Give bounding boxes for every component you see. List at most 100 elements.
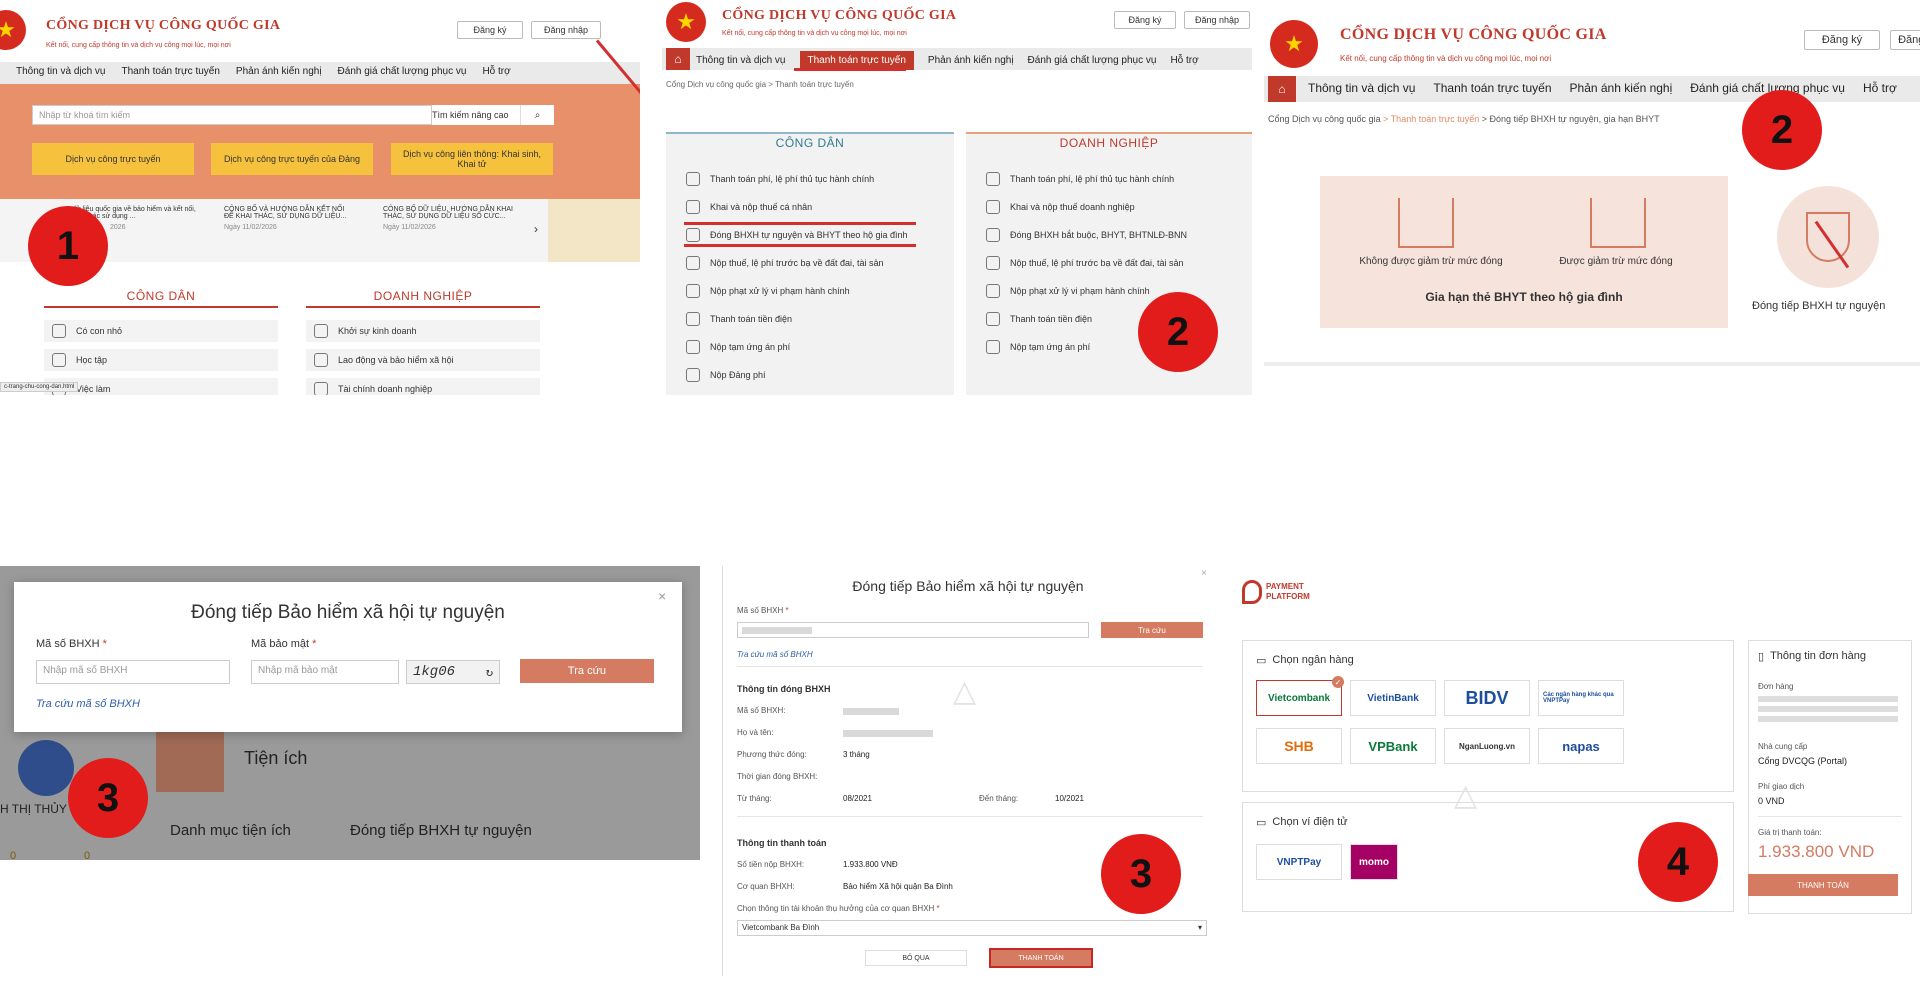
business-item[interactable]: Thanh toán tiền điện (986, 312, 1092, 326)
chevron-right-icon[interactable]: › (534, 222, 538, 236)
citizen-item[interactable]: Việc làm (44, 378, 278, 395)
field-label-order: Đơn hàng (1758, 682, 1794, 691)
quick-party-services[interactable]: Dịch vụ công trực tuyến của Đảng (211, 143, 373, 175)
bank-other-vnptpay[interactable]: Các ngân hàng khác qua VNPTPay (1538, 680, 1624, 716)
bank-bidv[interactable]: BIDV (1444, 680, 1530, 716)
breadcrumb-current: Đóng tiếp BHXH tự nguyện, gia hạn BHYT (1489, 114, 1660, 124)
bank-vpbank[interactable]: VPBank (1350, 728, 1436, 764)
news-item[interactable]: CÔNG BỐ DỮ LIỆU, HƯỚNG DẪN KHAI THÁC, SỬ… (383, 206, 517, 231)
citizen-item[interactable]: Thanh toán phí, lệ phí thủ tục hành chín… (686, 172, 874, 186)
nav-quality-rating[interactable]: Đánh giá chất lượng phục vụ (1028, 55, 1157, 66)
register-button[interactable]: Đăng ký (457, 21, 523, 39)
business-item[interactable]: Đóng BHXH bắt buộc, BHYT, BHTNLĐ-BNN (986, 228, 1187, 242)
land-icon (986, 256, 1000, 270)
citizen-item[interactable]: Nộp thuế, lệ phí trước bạ về đất đai, tà… (686, 256, 884, 270)
nav-feedback[interactable]: Phản ánh kiến nghị (928, 55, 1014, 66)
highlight-underline (684, 244, 916, 247)
search-button[interactable]: ⌕ (520, 105, 554, 125)
field-value-total: 1.933.800 VND (1758, 842, 1875, 861)
redacted-value (742, 627, 812, 634)
citizen-item[interactable]: Thanh toán tiền điện (686, 312, 792, 326)
account-select[interactable]: Vietcombank Ba Đình ▾ (737, 920, 1207, 936)
nav-info-services[interactable]: Thông tin và dịch vụ (16, 66, 106, 77)
nav-support[interactable]: Hỗ trợ (1170, 55, 1198, 66)
bank-napas[interactable]: napas (1538, 728, 1624, 764)
citizen-item[interactable]: Nộp phạt xử lý vi phạm hành chính (686, 284, 850, 298)
home-icon[interactable]: ⌂ (666, 48, 690, 70)
bank-nganluong[interactable]: NganLuong.vn (1444, 728, 1530, 764)
citizen-item[interactable]: Nộp tạm ứng án phí (686, 340, 790, 354)
label-text: Chọn thông tin tài khoản thụ hưởng của c… (737, 904, 935, 913)
bhxh-code-input[interactable] (737, 622, 1089, 638)
nav-quality-rating[interactable]: Đánh giá chất lượng phục vụ (338, 66, 467, 77)
utility-menu[interactable]: Danh mục tiện ích (170, 822, 291, 839)
cancel-button[interactable]: BỎ QUA (865, 950, 967, 966)
business-item[interactable]: Nộp tạm ứng án phí (986, 340, 1090, 354)
business-item[interactable]: Khởi sự kinh doanh (306, 320, 540, 342)
business-item[interactable]: Nộp thuế, lệ phí trước bạ về đất đai, tà… (986, 256, 1184, 270)
citizen-item[interactable]: Có con nhỏ (44, 320, 278, 342)
option-bhxh-continue[interactable]: Đóng tiếp BHXH tự nguyện (1752, 300, 1920, 312)
business-item[interactable]: Tài chính doanh nghiệp (306, 378, 540, 395)
order-heading: ▯ Thông tin đơn hàng (1758, 650, 1866, 663)
nav-info-services[interactable]: Thông tin và dịch vụ (696, 55, 786, 66)
pay-button[interactable]: THANH TOÁN (989, 948, 1093, 968)
portal-title: CỔNG DỊCH VỤ CÔNG QUỐC GIA (1340, 26, 1607, 43)
electric-pole-icon (986, 312, 1000, 326)
nav-feedback[interactable]: Phản ánh kiến nghị (1570, 81, 1673, 95)
captcha-input[interactable]: Nhập mã bảo mật (251, 660, 399, 684)
lookup-bhxh-link[interactable]: Tra cứu mã số BHXH (36, 698, 140, 710)
item-label: Lao động và bảo hiểm xã hội (338, 355, 454, 365)
register-button[interactable]: Đăng ký (1114, 11, 1176, 29)
field-value-from: 08/2021 (843, 794, 872, 803)
watermark-logo: △ (1454, 779, 1478, 812)
citizen-item[interactable]: Khai và nộp thuế cá nhân (686, 200, 812, 214)
tax-icon (986, 200, 1000, 214)
lookup-button[interactable]: Tra cứu (520, 659, 654, 683)
home-icon[interactable]: ⌂ (1268, 76, 1296, 102)
breadcrumb-payment[interactable]: Thanh toán trực tuyến (1391, 114, 1480, 124)
search-input[interactable]: Nhập từ khoá tìm kiếm (32, 105, 432, 125)
house-family-icon (1398, 198, 1454, 248)
breadcrumb-home[interactable]: Cổng Dịch vụ công quốc gia (1268, 114, 1381, 124)
nav-feedback[interactable]: Phản ánh kiến nghị (236, 66, 322, 77)
nav-info-services[interactable]: Thông tin và dịch vụ (1308, 81, 1415, 95)
register-button[interactable]: Đăng ký (1804, 30, 1880, 50)
business-item[interactable]: Thanh toán phí, lệ phí thủ tục hành chín… (986, 172, 1174, 186)
nav-support[interactable]: Hỗ trợ (1863, 81, 1897, 95)
quick-birth-death-services[interactable]: Dịch vụ công liên thông: Khai sinh, Khai… (391, 143, 553, 175)
login-button[interactable]: Đăng nhập (531, 21, 601, 39)
login-button[interactable]: Đăng nhập (1890, 30, 1920, 50)
bank-shb[interactable]: SHB (1256, 728, 1342, 764)
refresh-icon[interactable]: ↻ (486, 665, 493, 680)
lookup-button[interactable]: Tra cứu (1101, 622, 1203, 638)
nav-online-payment[interactable]: Thanh toán trực tuyến (1433, 81, 1551, 95)
news-title: CÔNG BỐ VÀ HƯỚNG DẪN KẾT NỐI ĐỂ KHAI THÁ… (224, 206, 347, 220)
bank-vietcombank[interactable]: Vietcombank (1256, 680, 1342, 716)
quick-online-services[interactable]: Dịch vụ công trực tuyến (32, 143, 194, 175)
news-item[interactable]: CÔNG BỐ VÀ HƯỚNG DẪN KẾT NỐI ĐỂ KHAI THÁ… (224, 206, 356, 231)
advanced-search-link[interactable]: Tìm kiếm nâng cao (432, 105, 520, 125)
citizen-item[interactable]: Nộp Đảng phí (686, 368, 766, 382)
login-button[interactable]: Đăng nhập (1184, 11, 1250, 29)
option-no-reduction[interactable]: Không được giảm trừ mức đóng (1346, 256, 1516, 267)
nav-support[interactable]: Hỗ trợ (482, 66, 510, 77)
payment-platform-logo: PAYMENT PLATFORM (1242, 580, 1310, 604)
redacted-value (1758, 696, 1898, 726)
bank-vietinbank[interactable]: VietinBank (1350, 680, 1436, 716)
utility-menu-bhxh[interactable]: Đóng tiếp BHXH tự nguyện (350, 822, 532, 839)
lookup-bhxh-link[interactable]: Tra cứu mã số BHXH (737, 650, 813, 659)
wallet-momo[interactable]: momo (1350, 844, 1398, 880)
nav-online-payment[interactable]: Thanh toán trực tuyến (122, 66, 220, 77)
bhxh-code-input[interactable]: Nhập mã số BHXH (36, 660, 230, 684)
pay-button[interactable]: THANH TOÁN (1748, 874, 1898, 896)
citizen-item[interactable]: Học tập (44, 349, 278, 371)
business-item[interactable]: Khai và nộp thuế doanh nghiệp (986, 200, 1135, 214)
business-item[interactable]: Lao động và bảo hiểm xã hội (306, 349, 540, 371)
option-with-reduction[interactable]: Được giảm trừ mức đóng (1536, 256, 1696, 267)
citizen-item-bhxh[interactable]: Đóng BHXH tự nguyện và BHYT theo hộ gia … (686, 228, 907, 242)
wallet-vnptpay[interactable]: VNPTPay (1256, 844, 1342, 880)
divider (737, 666, 1203, 667)
business-item[interactable]: Nộp phạt xử lý vi phạm hành chính (986, 284, 1150, 298)
item-label: Khai và nộp thuế cá nhân (710, 202, 813, 212)
